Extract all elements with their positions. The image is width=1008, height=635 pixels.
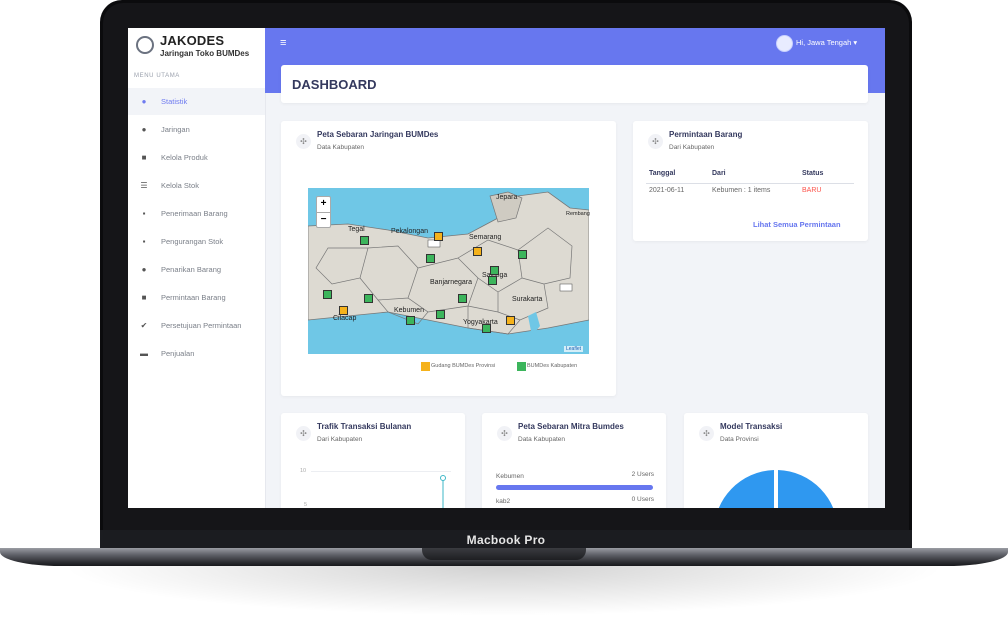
user-greeting: Hi, Jawa Tengah [796,38,852,47]
truck-icon: ● [141,264,147,274]
page-title: DASHBOARD [292,77,377,92]
row-from: Kebumen : 1 items [712,187,771,194]
boxes-icon: ▪ [142,236,146,246]
view-all-requests-link[interactable]: Lihat Semua Permintaan [753,220,841,229]
zoom-out-button[interactable]: − [317,212,330,228]
sidebar-item-label: Statistik [161,97,188,106]
zoom-control[interactable]: + − [316,196,331,228]
partner-name: Kebumen [496,473,524,480]
brand-name[interactable]: JAKODES [160,33,224,48]
column-header-date: Tanggal [649,170,676,177]
move-icon[interactable]: ✣ [296,134,311,149]
sidebar-item-label: Penarikan Barang [161,265,222,274]
sidebar-item-penarikan-barang[interactable]: ● Penarikan Barang [128,256,265,283]
row-date: 2021-06-11 [649,187,685,194]
model-card-title: Model Transaksi [720,422,783,431]
partner-progress [496,485,653,490]
check-icon: ✔ [140,320,148,330]
brand-logo-icon [136,36,154,54]
request-card-subtitle: Dari Kabupaten [669,144,715,151]
sidebar-item-label: Permintaan Barang [161,293,226,302]
sidebar-item-label: Kelola Produk [161,153,208,162]
zoom-in-button[interactable]: + [317,197,330,212]
menu-heading: MENU UTAMA [134,73,180,79]
laptop-shadow [60,566,948,616]
partner-users: 0 Users [631,496,654,503]
map-view[interactable] [308,188,589,354]
column-header-status: Status [802,170,824,177]
screen: JAKODES Jaringan Toko BUMDes MENU UTAMA … [128,28,885,508]
move-icon[interactable]: ✣ [648,134,663,149]
partner-card-subtitle: Data Kabupaten [518,436,565,443]
menu-toggle-icon[interactable]: ≡ [280,37,286,49]
table-row[interactable]: 2021-06-11 Kebumen : 1 items BARU [646,184,854,198]
money-icon: ▬ [140,348,148,358]
sidebar-item-jaringan[interactable]: ● Jaringan [128,116,265,143]
legend-label-bumdes: BUMDes Kabupaten [527,363,578,369]
chevron-down-icon: ▾ [853,38,858,47]
sidebar-item-label: Jaringan [161,125,190,134]
list-icon: ☰ [140,180,148,190]
box-icon: ■ [141,152,147,162]
boxes-icon: ▪ [142,208,146,218]
sidebar: JAKODES Jaringan Toko BUMDes MENU UTAMA … [128,28,266,508]
sidebar-item-penjualan[interactable]: ▬ Penjualan [128,340,265,367]
partner-name: kab2 [496,498,511,505]
grid-line [311,471,451,472]
donut-chart [718,470,834,508]
map-attribution[interactable]: Leaflet [564,346,584,352]
move-icon[interactable]: ✣ [296,426,311,441]
network-icon: ● [141,124,147,134]
status-badge: BARU [802,187,822,194]
clipboard-icon: ■ [141,292,147,302]
sidebar-item-kelola-stok[interactable]: ☰ Kelola Stok [128,172,265,199]
sidebar-item-label: Penerimaan Barang [161,209,228,218]
move-icon[interactable]: ✣ [699,426,714,441]
sidebar-item-label: Persetujuan Permintaan [161,321,242,330]
sidebar-item-kelola-produk[interactable]: ■ Kelola Produk [128,144,265,171]
traffic-card-title: Trafik Transaksi Bulanan [317,422,412,431]
legend-label-warehouse: Gudang BUMDes Provinsi [431,363,496,369]
model-card-subtitle: Data Provinsi [720,436,759,443]
sidebar-item-pengurangan-stok[interactable]: ▪ Pengurangan Stok [128,228,265,255]
move-icon[interactable]: ✣ [497,426,512,441]
dashboard-icon: ● [141,96,147,106]
user-dropdown[interactable]: Hi, Jawa Tengah ▾ [796,38,857,47]
y-tick-10: 10 [300,468,307,474]
y-tick-5: 5 [304,502,308,508]
column-header-from: Dari [712,170,726,177]
laptop-notch [422,548,586,560]
sidebar-item-persetujuan-permintaan[interactable]: ✔ Persetujuan Permintaan [128,312,265,339]
device-label: Macbook Pro [466,533,546,547]
map-svg [308,191,589,336]
traffic-line [440,475,446,508]
request-card-title: Permintaan Barang [669,130,743,139]
brand-subtitle: Jaringan Toko BUMDes [160,49,250,58]
sidebar-item-statistik[interactable]: ● Statistik [128,88,265,115]
sidebar-item-permintaan-barang[interactable]: ■ Permintaan Barang [128,284,265,311]
traffic-card-subtitle: Dari Kabupaten [317,436,363,443]
sidebar-item-label: Penjualan [161,349,195,358]
sidebar-item-label: Pengurangan Stok [161,237,224,246]
map-card-title: Peta Sebaran Jaringan BUMDes [317,130,439,139]
partner-card-title: Peta Sebaran Mitra Bumdes [518,422,624,431]
map-card-subtitle: Data Kabupaten [317,144,364,151]
sidebar-item-label: Kelola Stok [161,181,199,190]
avatar[interactable] [776,35,793,52]
sidebar-item-penerimaan-barang[interactable]: ▪ Penerimaan Barang [128,200,265,227]
legend-swatch-warehouse [421,362,430,371]
legend-swatch-bumdes [517,362,526,371]
partner-users: 2 Users [631,471,654,478]
